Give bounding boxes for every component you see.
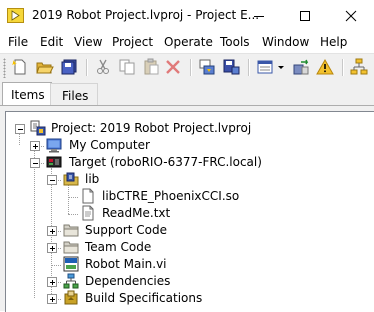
menu-help[interactable]: Help bbox=[320, 35, 347, 49]
toolbar-separator bbox=[190, 59, 192, 76]
copy-button[interactable] bbox=[118, 58, 136, 76]
delete-button[interactable] bbox=[164, 58, 182, 76]
delete-icon bbox=[166, 60, 180, 74]
toolbar bbox=[0, 53, 374, 82]
cut-icon bbox=[97, 59, 109, 74]
tree-connector bbox=[51, 265, 61, 266]
cut-button[interactable] bbox=[94, 58, 112, 76]
project-tree[interactable]: Project: 2019 Robot Project.lvproj My Co… bbox=[5, 111, 374, 312]
folder-icon bbox=[63, 241, 79, 254]
tab-strip: Items Files bbox=[0, 81, 374, 107]
hierarchy-button[interactable] bbox=[350, 58, 368, 76]
items-panel: Project: 2019 Robot Project.lvproj My Co… bbox=[0, 105, 374, 312]
collapse-toggle[interactable] bbox=[30, 158, 40, 168]
close-button[interactable] bbox=[328, 0, 374, 32]
tree-item-project[interactable]: Project: 2019 Robot Project.lvproj bbox=[51, 121, 251, 135]
maximize-icon bbox=[300, 11, 310, 21]
tree-item-dependencies[interactable]: Dependencies bbox=[85, 274, 170, 288]
file-icon bbox=[82, 188, 94, 204]
new-button[interactable] bbox=[10, 58, 28, 76]
view-dropdown-button[interactable] bbox=[276, 58, 286, 76]
tab-items[interactable]: Items bbox=[2, 82, 52, 107]
toolbar-separator bbox=[342, 59, 344, 76]
tree-connector bbox=[68, 197, 78, 198]
copy-icon bbox=[119, 59, 135, 75]
folder-icon bbox=[63, 224, 79, 237]
collapse-toggle[interactable] bbox=[47, 175, 57, 185]
menu-edit[interactable]: Edit bbox=[40, 35, 63, 49]
warning-icon bbox=[316, 58, 334, 75]
paste-icon bbox=[144, 58, 159, 75]
new-icon bbox=[12, 59, 26, 75]
collapse-toggle[interactable] bbox=[15, 124, 25, 134]
tree-connector bbox=[34, 146, 35, 298]
computer-icon bbox=[46, 138, 62, 153]
menu-bar: File Edit View Project Operate Tools Win… bbox=[0, 32, 374, 52]
tree-item-support-code[interactable]: Support Code bbox=[85, 223, 167, 237]
vi-icon bbox=[63, 256, 79, 272]
labview-project-icon bbox=[7, 8, 24, 23]
expand-toggle[interactable] bbox=[47, 226, 57, 236]
minimize-icon bbox=[254, 16, 264, 17]
roborio-target-icon bbox=[46, 156, 62, 168]
build-icon bbox=[199, 59, 215, 75]
window-title: 2019 Robot Project.lvproj - Project E... bbox=[32, 8, 260, 22]
save-all-button[interactable] bbox=[60, 58, 78, 76]
dependencies-icon bbox=[63, 273, 79, 289]
minimize-button[interactable] bbox=[236, 0, 282, 32]
tree-item-robot-main[interactable]: Robot Main.vi bbox=[85, 257, 167, 271]
tree-item-build-specifications[interactable]: Build Specifications bbox=[85, 291, 202, 305]
build-button[interactable] bbox=[198, 58, 216, 76]
toolbar-grip[interactable] bbox=[3, 58, 6, 78]
warning-button[interactable] bbox=[316, 58, 334, 76]
project-icon bbox=[30, 120, 46, 136]
deploy-icon bbox=[293, 59, 309, 75]
tree-item-team-code[interactable]: Team Code bbox=[85, 240, 151, 254]
menu-tools[interactable]: Tools bbox=[220, 35, 250, 49]
expand-toggle[interactable] bbox=[47, 243, 57, 253]
save-as-icon bbox=[223, 59, 240, 75]
tree-item-readme[interactable]: ReadMe.txt bbox=[102, 206, 170, 220]
expand-toggle[interactable] bbox=[47, 294, 57, 304]
menu-operate[interactable]: Operate bbox=[164, 35, 213, 49]
toolbar-separator bbox=[86, 59, 88, 76]
text-file-icon bbox=[82, 205, 94, 221]
menu-project[interactable]: Project bbox=[112, 35, 153, 49]
paste-button[interactable] bbox=[142, 58, 160, 76]
close-icon bbox=[345, 10, 357, 22]
tab-items-label: Items bbox=[11, 88, 45, 102]
open-icon bbox=[36, 62, 54, 74]
deploy-button[interactable] bbox=[292, 58, 310, 76]
menu-view[interactable]: View bbox=[74, 35, 102, 49]
menu-file[interactable]: File bbox=[8, 35, 28, 49]
hierarchy-icon bbox=[350, 58, 368, 75]
view-icon bbox=[257, 60, 273, 74]
expand-toggle[interactable] bbox=[30, 141, 40, 151]
tree-item-lib[interactable]: lib bbox=[85, 172, 99, 186]
save-as-button[interactable] bbox=[222, 58, 240, 76]
open-button[interactable] bbox=[36, 58, 54, 76]
title-bar: 2019 Robot Project.lvproj - Project E... bbox=[0, 0, 374, 32]
tree-connector bbox=[68, 185, 69, 214]
tree-item-my-computer[interactable]: My Computer bbox=[69, 138, 150, 152]
save-all-icon bbox=[61, 59, 77, 75]
tree-item-lib-file[interactable]: libCTRE_PhoenixCCI.so bbox=[102, 189, 239, 203]
tab-files[interactable]: Files bbox=[50, 83, 98, 107]
expand-toggle[interactable] bbox=[47, 277, 57, 287]
dropdown-icon bbox=[278, 66, 284, 69]
lib-folder-icon bbox=[63, 172, 79, 186]
view-button[interactable] bbox=[256, 58, 274, 76]
tree-item-target[interactable]: Target (roboRIO-6377-FRC.local) bbox=[69, 155, 262, 169]
menu-window[interactable]: Window bbox=[262, 35, 309, 49]
toolbar-separator bbox=[248, 59, 250, 76]
maximize-button[interactable] bbox=[282, 0, 328, 32]
build-specifications-icon bbox=[64, 290, 78, 305]
tree-connector bbox=[68, 214, 78, 215]
tab-files-label: Files bbox=[62, 89, 89, 103]
